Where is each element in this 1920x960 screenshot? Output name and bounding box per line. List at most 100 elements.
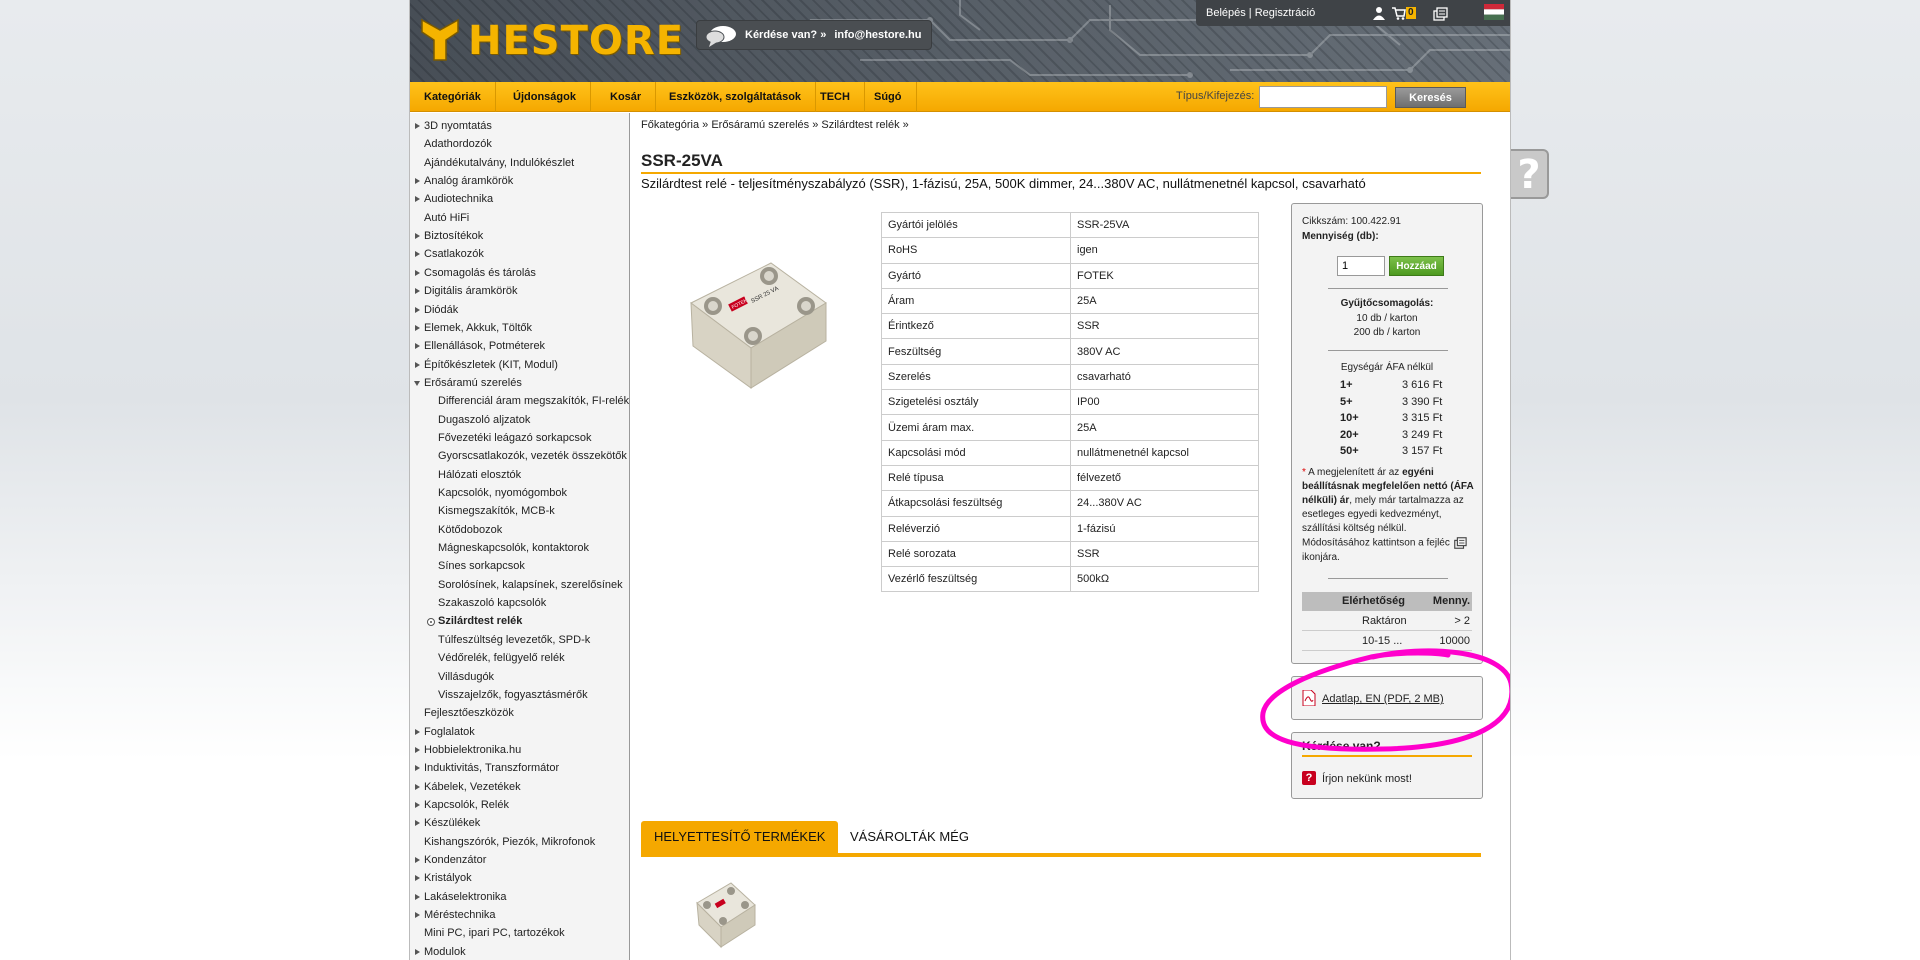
chevron-right-icon[interactable] [415, 765, 420, 772]
spec-row: Átkapcsolási feszültség 24...380V AC [881, 490, 1259, 517]
chevron-right-icon[interactable] [415, 893, 420, 900]
sidebar-subitem[interactable]: Villásdugók [410, 668, 630, 686]
sidebar-subitem[interactable]: Dugaszoló aljzatok [410, 411, 630, 429]
login-register-link[interactable]: Belépés | Regisztráció [1206, 0, 1315, 26]
chevron-right-icon[interactable] [415, 912, 420, 919]
sidebar-subitem[interactable]: Fővezetéki leágazó sorkapcsok [410, 429, 630, 447]
chevron-right-icon[interactable] [415, 820, 420, 827]
breadcrumb[interactable]: Főkategória » Erősáramú szerelés » Szilá… [641, 119, 909, 131]
search-input[interactable] [1259, 86, 1387, 108]
chevron-right-icon[interactable] [415, 288, 420, 295]
sidebar-item[interactable]: Ajándékutalvány, Indulókészlet [410, 154, 630, 172]
question-box[interactable]: Kérdése van? » info@hestore.hu [696, 20, 933, 50]
chevron-down-icon[interactable] [414, 380, 420, 386]
nav-cart[interactable]: Kosár [596, 82, 657, 112]
hungarian-flag-icon[interactable] [1484, 4, 1504, 20]
hestore-logo[interactable]: HESTORE [418, 14, 683, 64]
sidebar-subitem[interactable]: Sorolósínek, kalapsínek, szerelősínek [410, 576, 630, 594]
sidebar-item[interactable]: Mini PC, ipari PC, tartozékok [410, 924, 630, 942]
sidebar-item[interactable]: Modulok [410, 943, 630, 960]
tab-also-bought[interactable]: VÁSÁROLTÁK MÉG [837, 821, 982, 853]
sidebar-item[interactable]: Erősáramú szerelés [410, 374, 630, 392]
sidebar-item[interactable]: Kristályok [410, 869, 630, 887]
chevron-right-icon[interactable] [415, 875, 420, 882]
spec-value: 380V AC [1070, 338, 1259, 365]
sidebar-item[interactable]: Kondenzátor [410, 851, 630, 869]
sidebar-item[interactable]: Lakáselektronika [410, 888, 630, 906]
chevron-right-icon[interactable] [415, 801, 420, 808]
sidebar-item[interactable]: Kishangszórók, Piezók, Mikrofonok [410, 833, 630, 851]
sidebar-item[interactable]: Induktivitás, Transzformátor [410, 759, 630, 777]
sidebar-item[interactable]: Csomagolás és tárolás [410, 264, 630, 282]
sidebar-item[interactable]: Építőkészletek (KIT, Modul) [410, 356, 630, 374]
sidebar-item[interactable]: Elemek, Akkuk, Töltők [410, 319, 630, 337]
sidebar-subitem[interactable]: Visszajelzők, fogyasztásmérők [410, 686, 630, 704]
search-button[interactable]: Keresés [1395, 87, 1466, 108]
spec-key: Gyártó [881, 262, 1071, 289]
sidebar-item[interactable]: Autó HiFi [410, 209, 630, 227]
chevron-right-icon[interactable] [415, 233, 420, 240]
sidebar-subitem[interactable]: Gyorscsatlakozók, vezeték összekötők [410, 447, 630, 465]
cart-icon[interactable] [1392, 6, 1406, 20]
sidebar-item[interactable]: Hobbielektronika.hu [410, 741, 630, 759]
sidebar-item[interactable]: Digitális áramkörök [410, 282, 630, 300]
question-text[interactable]: Kérdése van? » [745, 29, 826, 41]
sidebar-subitem[interactable]: Védőrelék, felügyelő relék [410, 649, 630, 667]
sidebar-subitem[interactable]: Túlfeszültség levezetők, SPD-k [410, 631, 630, 649]
chevron-right-icon[interactable] [415, 251, 420, 258]
quantity-input[interactable] [1337, 256, 1385, 276]
availability-status: Raktáron [1362, 615, 1407, 627]
nav-new-items[interactable]: Újdonságok [499, 82, 591, 112]
user-icon[interactable] [1372, 6, 1386, 20]
sidebar-subitem[interactable]: Hálózati elosztók [410, 466, 630, 484]
sidebar-item[interactable]: Biztosítékok [410, 227, 630, 245]
contact-link[interactable]: Írjon nekünk most! [1322, 773, 1412, 785]
sidebar-subitem[interactable]: Kapcsolók, nyomógombok [410, 484, 630, 502]
chevron-right-icon[interactable] [415, 746, 420, 753]
sidebar-item[interactable]: Adathordozók [410, 135, 630, 153]
chevron-right-icon[interactable] [415, 123, 420, 129]
sidebar-item[interactable]: Foglalatok [410, 723, 630, 741]
sidebar-item[interactable]: Kábelek, Vezetékek [410, 778, 630, 796]
chevron-right-icon[interactable] [415, 783, 420, 790]
sidebar-item[interactable]: Készülékek [410, 814, 630, 832]
chevron-right-icon[interactable] [415, 343, 420, 350]
chevron-right-icon[interactable] [415, 857, 420, 863]
sidebar-item[interactable]: Méréstechnika [410, 906, 630, 924]
tab-replacement-products[interactable]: HELYETTESÍTŐ TERMÉKEK [641, 821, 839, 853]
chevron-right-icon[interactable] [415, 196, 420, 203]
nav-tech[interactable]: TECH [806, 82, 865, 112]
help-side-button[interactable]: ? [1511, 149, 1549, 199]
nav-tools-services[interactable]: Eszközök, szolgáltatások [655, 82, 817, 112]
chevron-right-icon[interactable] [415, 269, 420, 276]
chevron-right-icon[interactable] [415, 306, 420, 313]
chevron-right-icon[interactable] [415, 948, 420, 955]
add-to-cart-button[interactable]: Hozzáad [1389, 256, 1444, 276]
sidebar-item[interactable]: 3D nyomtatás [410, 117, 630, 135]
email-link[interactable]: info@hestore.hu [834, 29, 921, 41]
sidebar-item[interactable]: Fejlesztőeszközök [410, 704, 630, 722]
chevron-right-icon[interactable] [415, 728, 420, 735]
sidebar-subitem[interactable]: Szakaszoló kapcsolók [410, 594, 630, 612]
replacement-product-thumbnail[interactable] [691, 873, 761, 953]
datasheet-link[interactable]: Adatlap, EN (PDF, 2 MB) [1322, 693, 1444, 705]
sidebar-subitem[interactable]: Kötődobozok [410, 521, 630, 539]
sidebar-item[interactable]: Kapcsolók, Relék [410, 796, 630, 814]
chevron-right-icon[interactable] [415, 324, 420, 331]
chevron-right-icon[interactable] [415, 361, 420, 368]
nav-help[interactable]: Súgó [860, 82, 917, 112]
chevron-right-icon[interactable] [415, 178, 420, 185]
product-image[interactable]: FOTEK SSR 25 VA [671, 228, 841, 398]
sidebar-subitem[interactable]: Mágneskapcsolók, kontaktorok [410, 539, 630, 557]
sidebar-item[interactable]: Ellenállások, Potméterek [410, 337, 630, 355]
sidebar-item[interactable]: Csatlakozók [410, 245, 630, 263]
sidebar-item[interactable]: Diódák [410, 301, 630, 319]
sidebar-item[interactable]: Audiotechnika [410, 190, 630, 208]
sidebar-subitem[interactable]: Differenciál áram megszakítók, FI-relék [410, 392, 630, 410]
sidebar-subitem[interactable]: Kismegszakítók, MCB-k [410, 502, 630, 520]
nav-categories[interactable]: Kategóriák [410, 82, 496, 112]
sidebar-subitem[interactable]: Szilárdtest relék [410, 612, 630, 630]
sidebar-subitem[interactable]: Sínes sorkapcsok [410, 557, 630, 575]
settings-coins-icon[interactable] [1432, 6, 1448, 22]
sidebar-item[interactable]: Analóg áramkörök [410, 172, 630, 190]
